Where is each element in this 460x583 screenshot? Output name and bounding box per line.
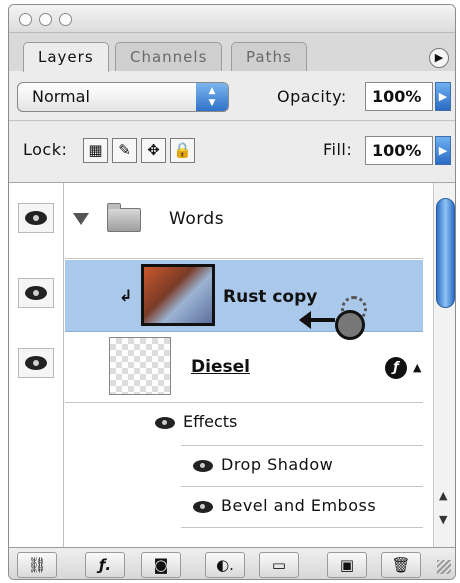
layer-name-diesel: Diesel (191, 357, 250, 377)
lock-transparency-icon[interactable]: ▦ (83, 138, 108, 163)
blend-mode-stepper-icon: ▲ ▼ (196, 83, 228, 111)
tab-channels[interactable]: Channels (115, 42, 223, 71)
fill-field[interactable]: 100% (365, 136, 433, 165)
effects-text: Effects (183, 412, 238, 431)
effects-row[interactable]: Effects (65, 404, 423, 442)
effect-row-drop-shadow[interactable]: Drop Shadow (65, 446, 423, 486)
diesel-thumbnail (109, 337, 171, 395)
layer-row-words[interactable]: Words (65, 183, 423, 259)
adjustment-layer-icon[interactable]: ◐. (205, 552, 245, 578)
close-window-button[interactable] (19, 13, 32, 26)
lock-move-icon[interactable]: ✥ (141, 138, 166, 163)
resize-grip-icon[interactable] (437, 560, 451, 574)
effects-label: Effects (155, 412, 237, 431)
fill-label: Fill: (323, 140, 353, 159)
scrollbar-thumb[interactable] (436, 198, 455, 308)
lock-all-icon[interactable]: 🔒 (170, 138, 195, 163)
blend-row: Normal ▲ ▼ Opacity: 100% ▶ (9, 71, 455, 121)
lock-label: Lock: (23, 140, 68, 159)
layers-panel: Layers Channels Paths ▶ Normal ▲ ▼ Opacit… (8, 4, 456, 580)
rust-copy-thumbnail (141, 264, 215, 326)
opacity-arrow-icon[interactable]: ▶ (435, 82, 451, 111)
eye-icon (155, 416, 175, 429)
scroll-down-arrow-icon[interactable]: ▼ (439, 513, 447, 526)
visibility-toggle-words[interactable] (18, 203, 54, 233)
tab-layers[interactable]: Layers (23, 42, 109, 72)
tab-paths[interactable]: Paths (231, 42, 307, 71)
blend-mode-value: Normal (32, 87, 90, 106)
fx-icon[interactable]: ƒ (385, 357, 407, 379)
new-group-icon[interactable]: ▭ (259, 552, 299, 578)
eye-icon (25, 211, 47, 225)
scrollbar[interactable]: ▲ ▼ (433, 183, 455, 547)
layer-row-diesel[interactable]: Diesel ƒ ▲ (65, 333, 423, 403)
delete-layer-icon[interactable]: 🗑 (381, 552, 421, 578)
add-layer-style-icon[interactable]: ƒ. (85, 552, 125, 578)
visibility-toggle-diesel[interactable] (18, 348, 54, 378)
divider (181, 527, 423, 528)
scroll-up-arrow-icon[interactable]: ▲ (439, 489, 447, 502)
expand-triangle-icon[interactable] (73, 213, 89, 225)
layers-toolbar: ⛓ ƒ. ◙ ◐. ▭ ▣ 🗑 (9, 547, 455, 579)
effect-drop-shadow: Drop Shadow (193, 455, 333, 474)
tab-strip: Layers Channels Paths ▶ (9, 33, 455, 72)
panel-menu-button[interactable]: ▶ (429, 48, 449, 68)
effect-drop-shadow-label: Drop Shadow (221, 455, 334, 474)
clipping-arrow-icon: ↲ (119, 286, 133, 305)
eye-icon (25, 286, 47, 300)
lock-brush-icon[interactable]: ✎ (112, 138, 137, 163)
visibility-toggle-rust-copy[interactable] (18, 278, 54, 308)
effect-bevel-emboss: Bevel and Emboss (193, 496, 376, 515)
layer-name-words: Words (169, 209, 225, 229)
effect-bevel-emboss-label: Bevel and Emboss (221, 496, 377, 515)
add-mask-icon[interactable]: ◙ (141, 552, 181, 578)
layers-list: Words ↲ Rust copy Diesel ƒ ▲ Effects Dro… (9, 182, 455, 547)
eye-icon (25, 356, 47, 370)
opacity-label: Opacity: (277, 87, 347, 106)
collapse-effects-arrow-icon[interactable]: ▲ (413, 361, 421, 374)
folder-icon (107, 203, 141, 232)
visibility-column (9, 183, 64, 547)
fill-arrow-icon[interactable]: ▶ (435, 136, 451, 165)
zoom-window-button[interactable] (59, 13, 72, 26)
title-bar (9, 5, 455, 33)
new-layer-icon[interactable]: ▣ (327, 552, 367, 578)
blend-mode-select[interactable]: Normal ▲ ▼ (17, 82, 229, 112)
layer-row-rust-copy[interactable]: ↲ Rust copy (65, 260, 423, 340)
eye-icon (193, 500, 213, 513)
eye-icon (193, 459, 213, 472)
opacity-field[interactable]: 100% (365, 82, 433, 111)
lock-row: Lock: ▦ ✎ ✥ 🔒 Fill: 100% ▶ (9, 122, 455, 182)
minimize-window-button[interactable] (39, 13, 52, 26)
link-layers-icon[interactable]: ⛓ (17, 552, 57, 578)
effect-row-bevel-emboss[interactable]: Bevel and Emboss (65, 487, 423, 527)
